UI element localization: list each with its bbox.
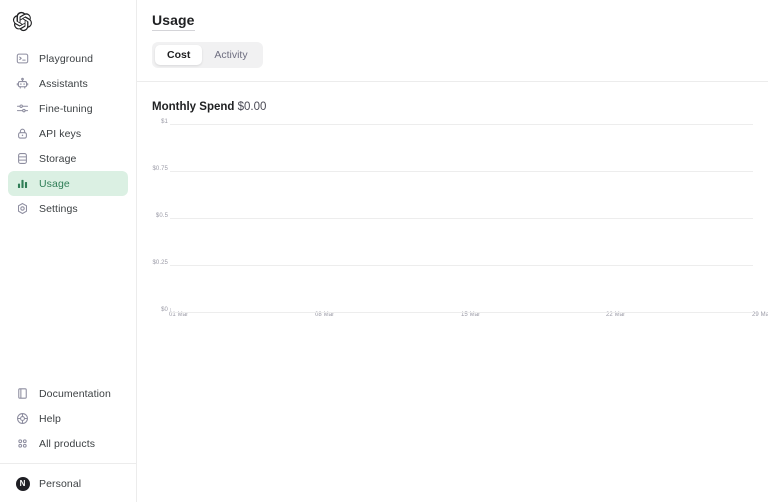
sidebar: Playground Assistants Fine-tuning API ke… [0,0,137,502]
page-title: Usage [152,12,195,31]
account-label: Personal [39,477,82,490]
sidebar-item-label: All products [39,437,96,450]
chart-gridline-row: $0.5 [152,213,753,219]
logo-wrapper[interactable] [0,0,136,38]
openai-logo [13,11,32,32]
chart-plot-area: 01 Mar08 Mar15 Mar22 Mar29 Mar $0$0.25$0… [152,119,768,318]
main-content: Usage Cost Activity Monthly Spend $0.00 … [137,0,768,502]
gear-icon [15,201,30,216]
chart-x-tick-label: 29 Mar [752,312,768,318]
sidebar-divider [0,463,136,464]
chart-title-amount: $0.00 [237,101,267,113]
sidebar-item-label: Assistants [39,77,88,90]
grid-dots-icon [15,436,30,451]
sidebar-item-label: Help [39,412,61,425]
avatar: N [15,476,30,491]
chart-gridline [170,218,753,219]
monthly-spend-chart: Monthly Spend $0.00 01 Mar 08 Mar 15 Mar 22… [137,82,768,318]
sidebar-item-settings[interactable]: Settings [8,196,128,221]
chart-gridline-row: $1 [152,119,753,125]
tab-cost[interactable]: Cost [155,45,203,65]
chart-title: Monthly Spend $0.00 [152,101,768,113]
sidebar-item-usage[interactable]: Usage [8,171,128,196]
sidebar-item-label: API keys [39,127,82,140]
sidebar-item-storage[interactable]: Storage [8,146,128,171]
chart-y-tick-label: $0 [161,307,168,313]
chart-y-tick-label: $1 [161,119,168,125]
sliders-icon [15,101,30,116]
help-circle-icon [15,411,30,426]
chart-y-tick-label: $0.25 [152,260,168,266]
sidebar-item-label: Usage [39,177,70,190]
chart-gridline [170,124,753,125]
sidebar-item-fine-tuning[interactable]: Fine-tuning [8,96,128,121]
lock-icon [15,126,30,141]
sidebar-item-label: Settings [39,202,78,215]
chart-y-tick-label: $0.5 [155,213,168,219]
database-icon [15,151,30,166]
sidebar-item-label: Fine-tuning [39,102,93,115]
sidebar-item-all-products[interactable]: All products [8,431,128,456]
sidebar-item-label: Storage [39,152,77,165]
robot-icon [15,76,30,91]
sidebar-item-label: Playground [39,52,94,65]
chart-gridline [170,171,753,172]
book-icon [15,386,30,401]
chart-x-axis: 01 Mar08 Mar15 Mar22 Mar29 Mar [169,308,768,326]
sidebar-item-assistants[interactable]: Assistants [8,71,128,96]
app-root: Playground Assistants Fine-tuning API ke… [0,0,768,502]
sidebar-item-label: Documentation [39,387,111,400]
tab-activity[interactable]: Activity [202,45,259,65]
sidebar-item-api-keys[interactable]: API keys [8,121,128,146]
chart-gridline-row: $0 [152,307,753,313]
sidebar-item-help[interactable]: Help [8,406,128,431]
chart-gridline-row: $0.25 [152,260,753,266]
sidebar-secondary-nav: Documentation Help All products N Person… [0,381,136,502]
sidebar-item-account[interactable]: N Personal [8,471,128,496]
sidebar-item-playground[interactable]: Playground [8,46,128,71]
terminal-icon [15,51,30,66]
chart-title-text: Monthly Spend [152,101,235,113]
tab-group: Cost Activity [152,42,263,68]
chart-gridline [170,312,753,313]
chart-y-tick-label: $0.75 [152,166,168,172]
chart-gridline [170,265,753,266]
page-header: Usage [137,0,768,31]
sidebar-item-documentation[interactable]: Documentation [8,381,128,406]
chart-gridline-row: $0.75 [152,166,753,172]
bar-chart-icon [15,176,30,191]
sidebar-primary-nav: Playground Assistants Fine-tuning API ke… [0,46,136,221]
avatar-initial: N [15,476,30,491]
